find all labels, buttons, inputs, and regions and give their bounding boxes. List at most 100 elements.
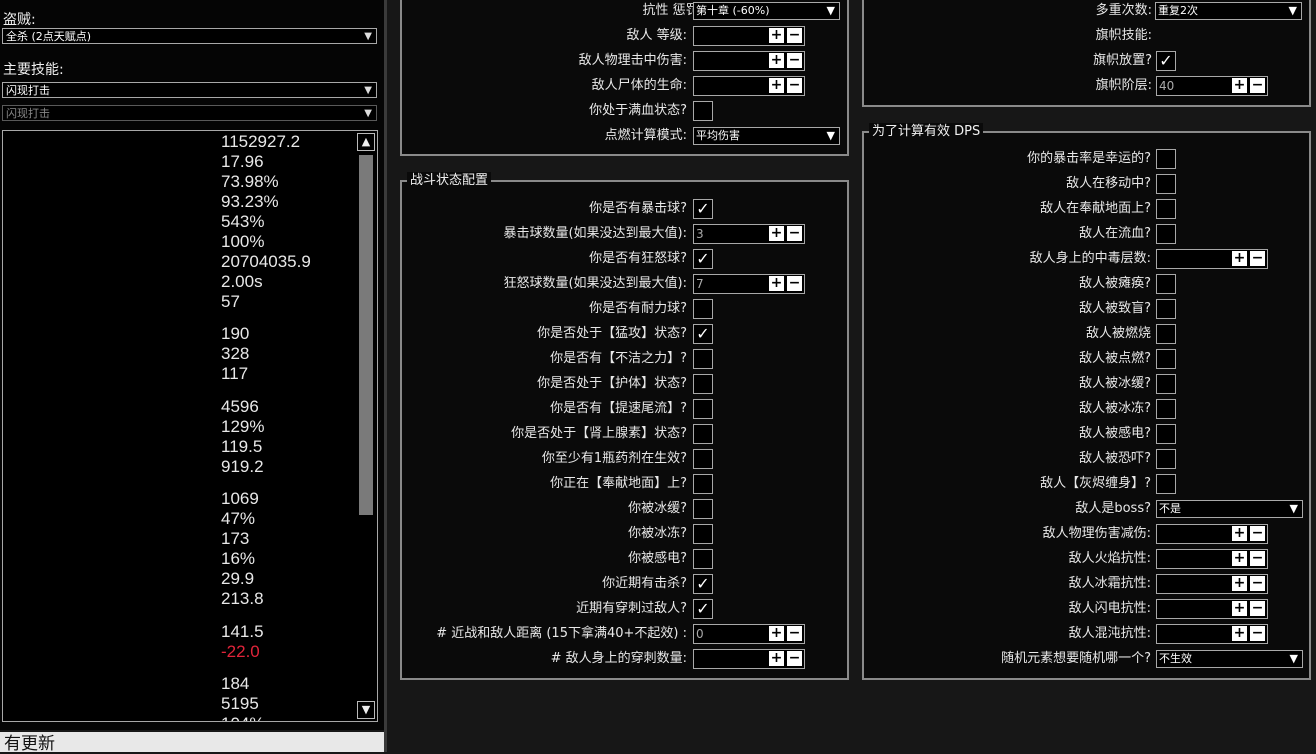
- option-checkbox[interactable]: [1156, 324, 1176, 344]
- plus-icon[interactable]: +: [1232, 601, 1247, 616]
- minus-icon[interactable]: −: [1250, 626, 1265, 641]
- option-checkbox[interactable]: [1156, 174, 1176, 194]
- option-label: 你被冰缓?: [628, 501, 687, 516]
- minus-icon[interactable]: −: [1250, 576, 1265, 591]
- panel-divider[interactable]: [384, 0, 387, 752]
- update-banner[interactable]: [0, 732, 384, 752]
- option-number-input[interactable]: + −: [1156, 249, 1268, 269]
- option-number-input[interactable]: + −: [1156, 599, 1268, 619]
- plus-icon[interactable]: +: [1232, 576, 1247, 591]
- option-checkbox[interactable]: [693, 474, 713, 494]
- minus-icon[interactable]: −: [787, 651, 802, 666]
- bandit-dropdown[interactable]: 全杀 (2点天赋点) ▼: [2, 28, 377, 44]
- plus-icon[interactable]: +: [1232, 526, 1247, 541]
- multi-label: 多重次数:: [1095, 3, 1152, 18]
- multi-select[interactable]: 重复2次 ▼: [1155, 2, 1302, 20]
- minus-icon[interactable]: −: [787, 53, 802, 68]
- stat-value: 141.5: [221, 622, 264, 641]
- scroll-up-icon[interactable]: ▲: [357, 133, 375, 151]
- option-select[interactable]: 不生效 ▼: [1156, 650, 1303, 668]
- option-checkbox[interactable]: ✓: [693, 574, 713, 594]
- sub-skill-dropdown[interactable]: 闪现打击 ▼: [2, 105, 377, 121]
- option-checkbox[interactable]: [693, 524, 713, 544]
- option-checkbox[interactable]: [693, 374, 713, 394]
- update-text[interactable]: 有更新: [4, 736, 55, 753]
- option-checkbox[interactable]: [1156, 474, 1176, 494]
- option-checkbox[interactable]: ✓: [693, 199, 713, 219]
- banner-stage-input[interactable]: 40 + −: [1156, 76, 1268, 96]
- plus-icon[interactable]: +: [1232, 551, 1247, 566]
- stat-value: 47%: [221, 509, 256, 528]
- option-checkbox[interactable]: [1156, 224, 1176, 244]
- plus-icon[interactable]: +: [769, 626, 784, 641]
- option-checkbox[interactable]: [693, 499, 713, 519]
- plus-icon[interactable]: +: [1232, 78, 1247, 93]
- minus-icon[interactable]: −: [787, 276, 802, 291]
- option-checkbox[interactable]: [1156, 349, 1176, 369]
- plus-icon[interactable]: +: [1232, 626, 1247, 641]
- plus-icon[interactable]: +: [769, 651, 784, 666]
- minus-icon[interactable]: −: [1250, 526, 1265, 541]
- plus-icon[interactable]: +: [769, 276, 784, 291]
- stat-value: 17.96: [221, 152, 264, 171]
- option-checkbox[interactable]: [693, 299, 713, 319]
- stats-list: 平均伤害:1152927.2攻击速度:17.96暴击几率:73.98%有效暴击几…: [2, 130, 378, 722]
- option-checkbox[interactable]: [1156, 399, 1176, 419]
- option-checkbox[interactable]: [693, 449, 713, 469]
- plus-icon[interactable]: +: [769, 28, 784, 43]
- option-checkbox[interactable]: [1156, 199, 1176, 219]
- banner-placed-checkbox[interactable]: ✓: [1156, 51, 1176, 71]
- minus-icon[interactable]: −: [787, 226, 802, 241]
- option-checkbox[interactable]: [1156, 299, 1176, 319]
- option-checkbox[interactable]: [693, 549, 713, 569]
- option-checkbox[interactable]: [693, 349, 713, 369]
- main-skill-dropdown[interactable]: 闪现打击 ▼: [2, 82, 377, 98]
- option-select-value: 不是: [1159, 502, 1181, 515]
- option-label: 你是否处于【肾上腺素】状态?: [511, 426, 687, 441]
- stats-scrollbar[interactable]: ▲ ▼: [357, 133, 375, 719]
- ignite-mode-select[interactable]: 平均伤害 ▼: [693, 127, 840, 145]
- stat-value: 1069: [221, 489, 259, 508]
- option-number-input[interactable]: 0 + −: [693, 624, 805, 644]
- minus-icon[interactable]: −: [1250, 601, 1265, 616]
- minus-icon[interactable]: −: [1250, 551, 1265, 566]
- option-checkbox[interactable]: [693, 424, 713, 444]
- option-number-input[interactable]: + −: [1156, 574, 1268, 594]
- resist-penalty-select[interactable]: 第十章 (-60%) ▼: [693, 2, 840, 20]
- option-checkbox[interactable]: ✓: [693, 249, 713, 269]
- option-number-input[interactable]: + −: [1156, 624, 1268, 644]
- option-checkbox[interactable]: [1156, 449, 1176, 469]
- option-select[interactable]: 不是 ▼: [1156, 500, 1303, 518]
- option-checkbox[interactable]: ✓: [693, 599, 713, 619]
- option-checkbox[interactable]: [1156, 374, 1176, 394]
- option-checkbox[interactable]: [1156, 424, 1176, 444]
- option-checkbox[interactable]: [693, 399, 713, 419]
- plus-icon[interactable]: +: [1232, 251, 1247, 266]
- plus-icon[interactable]: +: [769, 226, 784, 241]
- minus-icon[interactable]: −: [787, 28, 802, 43]
- option-number-input[interactable]: + −: [1156, 524, 1268, 544]
- enemy-corpse-label: 敌人尸体的生命:: [591, 78, 687, 93]
- option-checkbox[interactable]: ✓: [693, 324, 713, 344]
- scroll-thumb[interactable]: [359, 155, 373, 515]
- minus-icon[interactable]: −: [787, 78, 802, 93]
- plus-icon[interactable]: +: [769, 78, 784, 93]
- chevron-down-icon: ▼: [364, 108, 372, 119]
- option-number-input[interactable]: 3 + −: [693, 224, 805, 244]
- enemy-phys-input[interactable]: + −: [693, 51, 805, 71]
- full-life-checkbox[interactable]: [693, 101, 713, 121]
- option-checkbox[interactable]: [1156, 149, 1176, 169]
- option-label: 敌人物理伤害减伤:: [1042, 526, 1151, 541]
- minus-icon[interactable]: −: [1250, 78, 1265, 93]
- option-checkbox[interactable]: [1156, 274, 1176, 294]
- enemy-level-input[interactable]: + −: [693, 26, 805, 46]
- scroll-down-icon[interactable]: ▼: [357, 701, 375, 719]
- option-label: 敌人是boss?: [1075, 501, 1151, 516]
- plus-icon[interactable]: +: [769, 53, 784, 68]
- minus-icon[interactable]: −: [1250, 251, 1265, 266]
- option-number-input[interactable]: + −: [1156, 549, 1268, 569]
- option-number-input[interactable]: + −: [693, 649, 805, 669]
- minus-icon[interactable]: −: [787, 626, 802, 641]
- enemy-corpse-input[interactable]: + −: [693, 76, 805, 96]
- option-number-input[interactable]: 7 + −: [693, 274, 805, 294]
